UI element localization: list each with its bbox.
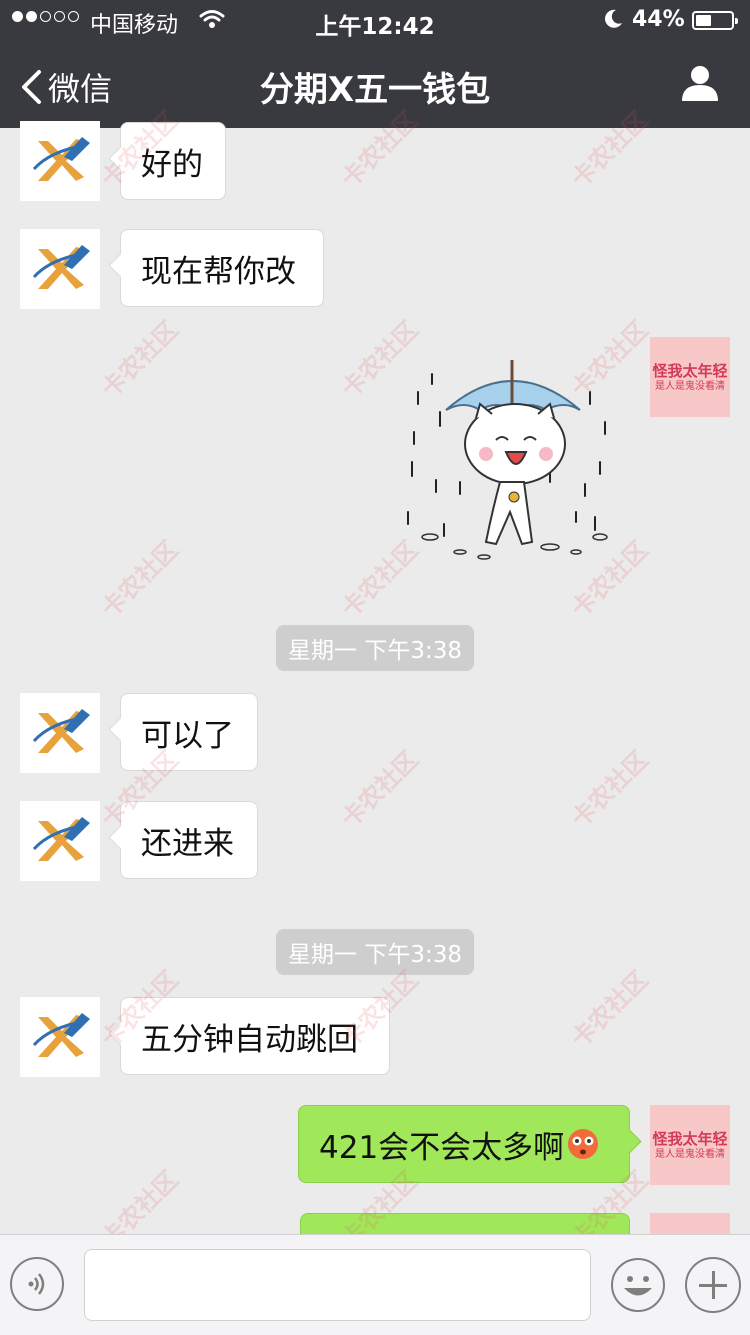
fenqi-logo-icon <box>32 817 90 861</box>
received-message[interactable]: 还进来 <box>120 801 258 879</box>
watermark: 卡农社区 <box>565 965 654 1054</box>
message-input[interactable] <box>84 1249 591 1321</box>
message-text: 还进来 <box>141 825 234 862</box>
message-text: 现在帮你改 <box>141 253 296 290</box>
avatar-text: 怪我太年轻 <box>652 1129 728 1148</box>
my-avatar[interactable]: 怪我太年轻 是人是鬼没看清 <box>650 1105 730 1185</box>
chat-title: 分期X五一钱包 <box>259 70 491 110</box>
dizzy-face-emoji <box>568 1129 599 1159</box>
contact-avatar[interactable] <box>20 229 100 309</box>
sent-message[interactable]: 421会不会太多啊 <box>298 1105 630 1183</box>
fenqi-logo-icon <box>32 245 90 289</box>
watermark: 卡农社区 <box>95 315 184 404</box>
avatar-text: 怪我太年轻 <box>652 361 728 380</box>
message-text: 421会不会太多啊 <box>319 1129 565 1166</box>
timestamp-text: 星期一 下午3:38 <box>276 929 474 975</box>
status-bar: 中国移动 上午12:42 44% <box>0 0 750 40</box>
nav-bar: 微信 分期X五一钱包 <box>0 40 750 128</box>
contact-avatar[interactable] <box>20 801 100 881</box>
watermark: 卡农社区 <box>335 745 424 834</box>
top-bar: 中国移动 上午12:42 44% 微信 分期X五一钱包 <box>0 0 750 128</box>
timestamp: 星期一 下午3:38 <box>0 929 750 975</box>
message-text: 好的 <box>141 146 203 183</box>
voice-icon <box>28 1273 45 1295</box>
avatar-text: 是人是鬼没看清 <box>655 1148 725 1160</box>
watermark: 卡农社区 <box>95 535 184 624</box>
avatar-text: 是人是鬼没看清 <box>655 380 725 392</box>
battery-percent: 44% <box>632 7 685 32</box>
umbrella-cat-sticker[interactable] <box>400 352 630 572</box>
contact-avatar[interactable] <box>20 997 100 1077</box>
voice-button[interactable] <box>10 1257 64 1311</box>
timestamp-text: 星期一 下午3:38 <box>276 625 474 671</box>
fenqi-logo-icon <box>32 709 90 753</box>
fenqi-logo-icon <box>32 137 90 181</box>
received-message[interactable]: 五分钟自动跳回 <box>120 997 390 1075</box>
person-icon[interactable] <box>680 64 720 102</box>
message-text: 可以了 <box>141 717 234 754</box>
message-text: 五分钟自动跳回 <box>141 1021 358 1058</box>
battery-icon <box>692 11 738 30</box>
my-avatar[interactable]: 怪我太年轻 是人是鬼没看清 <box>650 337 730 417</box>
plus-icon[interactable] <box>685 1257 741 1313</box>
contact-avatar[interactable] <box>20 693 100 773</box>
received-message[interactable]: 可以了 <box>120 693 258 771</box>
timestamp: 星期一 下午3:38 <box>0 625 750 671</box>
fenqi-logo-icon <box>32 1013 90 1057</box>
moon-icon <box>605 9 622 28</box>
contact-avatar[interactable] <box>20 121 100 201</box>
emoji-icon[interactable] <box>610 1257 666 1313</box>
received-message[interactable]: 现在帮你改 <box>120 229 324 307</box>
watermark: 卡农社区 <box>565 745 654 834</box>
input-bar <box>0 1234 750 1335</box>
received-message[interactable]: 好的 <box>120 122 226 200</box>
